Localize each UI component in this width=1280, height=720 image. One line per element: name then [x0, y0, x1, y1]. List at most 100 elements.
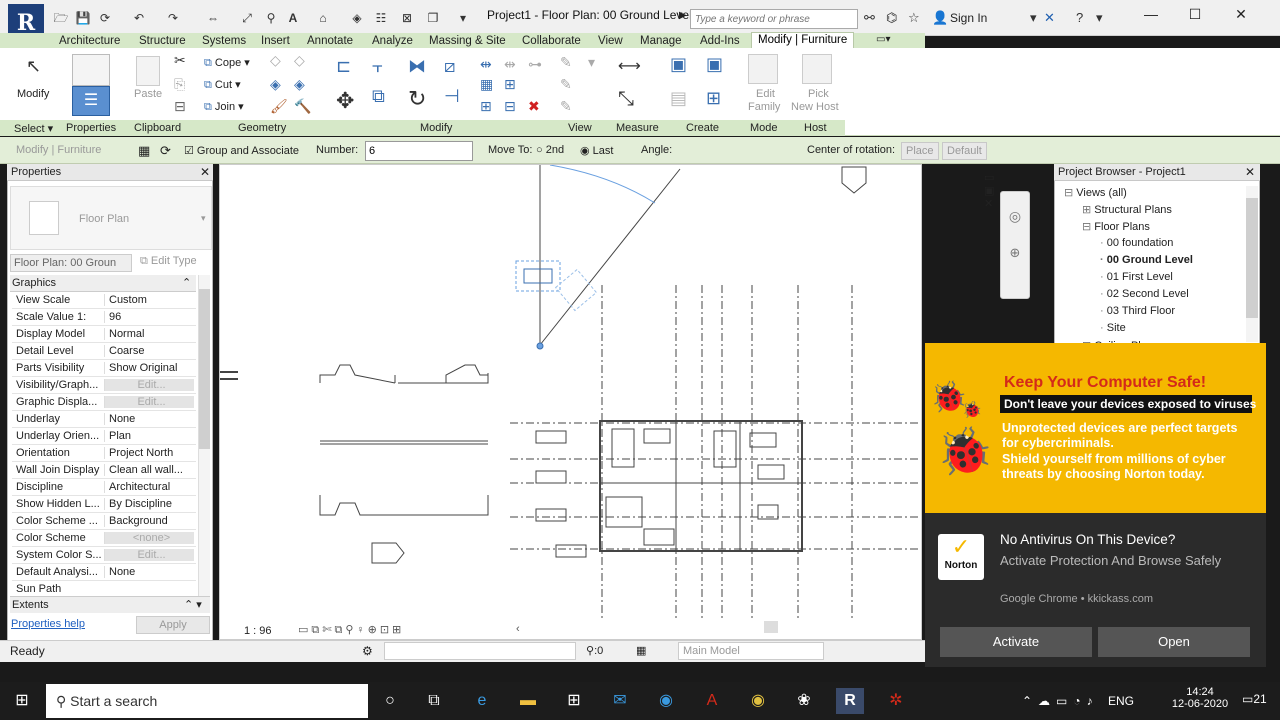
edit-type-button[interactable]: ⧉ Edit Type — [140, 255, 197, 268]
windows-start-icon[interactable]: ⊞ — [8, 688, 36, 714]
design-options-icon[interactable]: ▦ — [636, 644, 646, 657]
browser-tree-item[interactable]: ⊟ Floor Plans — [1082, 220, 1150, 233]
property-value[interactable]: Plan — [104, 430, 194, 442]
properties-close-icon[interactable]: ✕ — [200, 165, 210, 179]
thin-lines-icon[interactable]: ☷ — [372, 9, 390, 27]
apply-button[interactable]: Apply — [136, 616, 210, 634]
tab-modify-furniture[interactable]: Modify | Furniture — [751, 32, 855, 48]
property-row[interactable]: Orientation Project North — [12, 445, 196, 462]
browser-tree-item[interactable]: ⊟ Views (all) — [1064, 186, 1127, 199]
radio-last[interactable]: ◉ Last — [580, 144, 613, 157]
default-button[interactable]: Default — [942, 142, 987, 160]
aligned-dimension-icon[interactable]: ⤢ — [238, 9, 256, 27]
close-button[interactable]: ✕ — [1226, 6, 1256, 26]
open-button[interactable]: Open — [1098, 627, 1250, 657]
open-icon[interactable]: 🗁 — [52, 9, 70, 27]
worksets-icon[interactable]: ⚙ — [362, 644, 373, 658]
split-gap-icon[interactable]: ⇹ — [504, 56, 516, 73]
rotate-icon[interactable]: ↻ — [408, 86, 426, 112]
property-value[interactable]: Coarse — [104, 345, 194, 357]
property-value[interactable]: <none> — [104, 532, 194, 544]
language-indicator[interactable]: ENG — [1108, 694, 1134, 708]
horizontal-scrollbar-thumb[interactable] — [764, 621, 778, 633]
geometry-tool-3-icon[interactable]: ◈ — [270, 76, 281, 93]
modify-cursor-icon[interactable]: ↖ — [26, 56, 41, 77]
browser-close-icon[interactable]: ✕ — [1245, 165, 1255, 179]
taskbar-search[interactable]: ⚲ Start a search — [46, 684, 368, 718]
navigation-bar[interactable]: ◎ ⊕ — [1000, 191, 1030, 299]
move-icon[interactable]: ✥ — [336, 88, 354, 114]
property-row[interactable]: Detail Level Coarse — [12, 343, 196, 360]
browser-tree-item[interactable]: · 00 foundation — [1100, 237, 1173, 249]
browser-tree-item[interactable]: ⊞ Structural Plans — [1082, 203, 1172, 216]
task-view-icon[interactable]: ⧉ — [420, 688, 448, 714]
exchange-icon[interactable]: ✕ — [1044, 10, 1055, 26]
copy-icon[interactable]: ⎘ — [174, 76, 185, 93]
pick-host-label-1[interactable]: Pick — [808, 88, 829, 100]
geometry-tool-4-icon[interactable]: ◈ — [294, 76, 305, 93]
filter-count[interactable]: ⚲:0 — [586, 644, 603, 657]
app-icon-2[interactable]: ✲ — [882, 688, 910, 714]
modify-button[interactable]: Modify — [17, 88, 49, 100]
property-value[interactable]: Edit... — [104, 549, 194, 561]
help-dropdown-icon[interactable]: ▾ — [1096, 10, 1103, 26]
match-properties-icon[interactable]: ⊟ — [174, 98, 186, 115]
customize-qa-icon[interactable]: ▾ — [454, 9, 472, 27]
similar-icon[interactable]: ⊞ — [706, 88, 721, 109]
minimize-button[interactable]: — — [1136, 6, 1166, 26]
disjoin-icon[interactable]: ⟳ — [160, 143, 171, 159]
revit-taskbar-icon[interactable]: R — [836, 688, 864, 714]
user-icon[interactable]: 👤 — [932, 10, 948, 26]
cut-row[interactable]: ⧉ Cut ▾ — [204, 78, 241, 92]
zoom-icon[interactable]: ⊕ — [1001, 245, 1029, 261]
acrobat-icon[interactable]: A — [698, 688, 726, 714]
property-row[interactable]: System Color S... Edit... — [12, 547, 196, 564]
view-tool-3-icon[interactable]: ✎ — [560, 76, 572, 93]
undo-icon[interactable]: ↶ — [130, 9, 148, 27]
property-row[interactable]: Visibility/Graph... Edit... — [12, 377, 196, 394]
split-icon[interactable]: ⇹ — [480, 56, 492, 73]
geometry-tool-1-icon[interactable]: ◇ — [270, 52, 281, 69]
radio-2nd[interactable]: ○ 2nd — [536, 144, 564, 156]
property-row[interactable]: Discipline Architectural — [12, 479, 196, 496]
search-input[interactable] — [690, 9, 858, 29]
demolish-hammer-icon[interactable]: 🔨 — [294, 98, 311, 115]
number-input[interactable] — [365, 141, 473, 161]
edit-family-label-2[interactable]: Family — [748, 101, 780, 113]
steering-wheel-icon[interactable]: ◎ — [1001, 208, 1029, 225]
select-group-label[interactable]: Select ▾ — [14, 122, 53, 135]
favorites-star-icon[interactable]: ☆ — [908, 10, 920, 26]
expand-arrow-icon[interactable]: ▶ — [679, 10, 687, 21]
property-row[interactable]: Underlay None — [12, 411, 196, 428]
browser-tree-item[interactable]: · Site — [1100, 322, 1126, 334]
maximize-button[interactable]: ☐ — [1180, 6, 1210, 26]
property-row[interactable]: Graphic Displa... Edit... — [12, 394, 196, 411]
file-explorer-icon[interactable]: ▬ — [514, 688, 542, 714]
group-associate-checkbox[interactable]: ☑ Group and Associate — [184, 144, 299, 157]
property-row[interactable]: Color Scheme ... Background — [12, 513, 196, 530]
workset-dropdown[interactable] — [384, 642, 576, 660]
browser-tree-item[interactable]: · 00 Ground Level — [1100, 254, 1193, 266]
edit-family-label-1[interactable]: Edit — [756, 88, 775, 100]
property-row[interactable]: View Scale Custom — [12, 292, 196, 309]
main-model-dropdown[interactable]: Main Model — [678, 642, 824, 660]
sign-in-link[interactable]: Sign In — [950, 11, 987, 25]
graphics-section-header[interactable]: Graphics ⌃ — [10, 275, 196, 292]
cope-row[interactable]: ⧉ Cope ▾ — [204, 56, 250, 70]
join-row[interactable]: ⧉ Join ▾ — [204, 100, 244, 114]
view-tool-4-icon[interactable]: ✎ — [560, 98, 572, 115]
align-icon[interactable]: ⊏ — [336, 56, 351, 77]
property-value[interactable]: 96 — [104, 311, 194, 323]
mirror-draw-axis-icon[interactable]: ⧄ — [444, 56, 455, 77]
browser-tree-item[interactable]: · 03 Third Floor — [1100, 305, 1175, 317]
notification-center[interactable]: ▭21 — [1242, 692, 1267, 706]
cut-scissors-icon[interactable]: ✂ — [174, 52, 186, 69]
drawing-canvas[interactable]: 1 : 96 ▭⧉✄⧉⚲♀⊕⊡⊞ ‹ ▭ ▣ ✕ ◎ ⊕ — [219, 164, 1030, 640]
property-row[interactable]: Color Scheme <none> — [12, 530, 196, 547]
ribbon-toggle-icon[interactable]: ▭▾ — [876, 34, 890, 45]
properties-help-link[interactable]: Properties help — [11, 618, 85, 630]
property-value[interactable]: Normal — [104, 328, 194, 340]
property-row[interactable]: Underlay Orien... Plan — [12, 428, 196, 445]
activate-button[interactable]: Activate — [940, 627, 1092, 657]
tray-icons[interactable]: ⌃☁▭◔♪ — [1022, 694, 1099, 708]
